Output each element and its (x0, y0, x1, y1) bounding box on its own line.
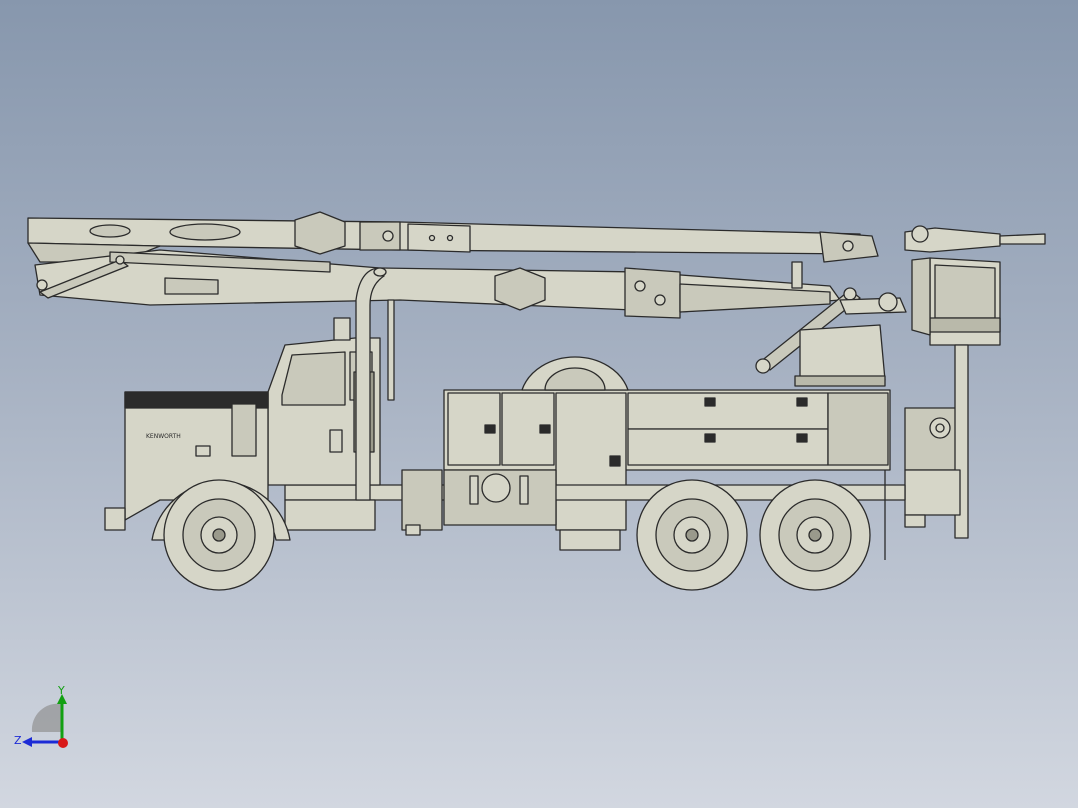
wheel-front (163, 479, 275, 591)
bucket (911, 257, 1001, 346)
turret (791, 261, 886, 387)
spare-tire (521, 356, 629, 391)
z-axis-label: Z (14, 734, 22, 747)
rear-equipment (904, 344, 969, 539)
wheel-rear-1 (636, 479, 748, 591)
cad-viewport[interactable]: KENWORTH Y Z (0, 0, 1078, 808)
door-emblem: KENWORTH (146, 433, 181, 440)
z-axis-arrow (22, 737, 32, 747)
bucket-truck-model[interactable]: KENWORTH (0, 0, 1078, 808)
y-axis-label: Y (57, 684, 65, 697)
boom-assembly (27, 211, 1046, 374)
triad-plane (31, 703, 62, 732)
coordinate-triad: Y Z (14, 684, 68, 748)
x-axis-dot (58, 738, 68, 748)
wheel-rear-2 (759, 479, 871, 591)
